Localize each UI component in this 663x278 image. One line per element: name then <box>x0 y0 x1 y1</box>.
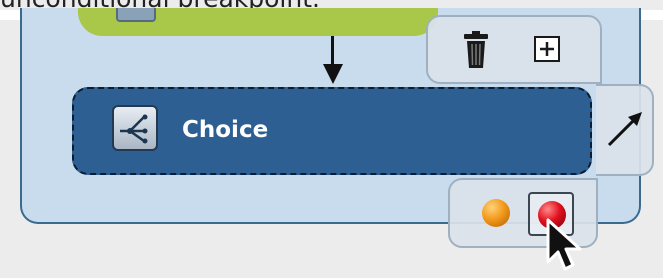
connector-arrowhead <box>323 64 343 84</box>
choice-node[interactable]: Choice <box>72 87 592 175</box>
previous-node[interactable] <box>78 8 438 36</box>
orange-breakpoint-icon[interactable] <box>482 199 510 227</box>
hover-toolbar <box>426 15 602 84</box>
trash-icon[interactable] <box>458 30 494 70</box>
plus-box-icon[interactable] <box>532 34 562 64</box>
connect-arrow-icon[interactable] <box>604 108 646 150</box>
choice-branch-icon <box>112 105 158 151</box>
choice-node-label: Choice <box>182 117 269 143</box>
mouse-cursor-icon <box>545 218 585 274</box>
previous-node-icon <box>116 8 156 22</box>
